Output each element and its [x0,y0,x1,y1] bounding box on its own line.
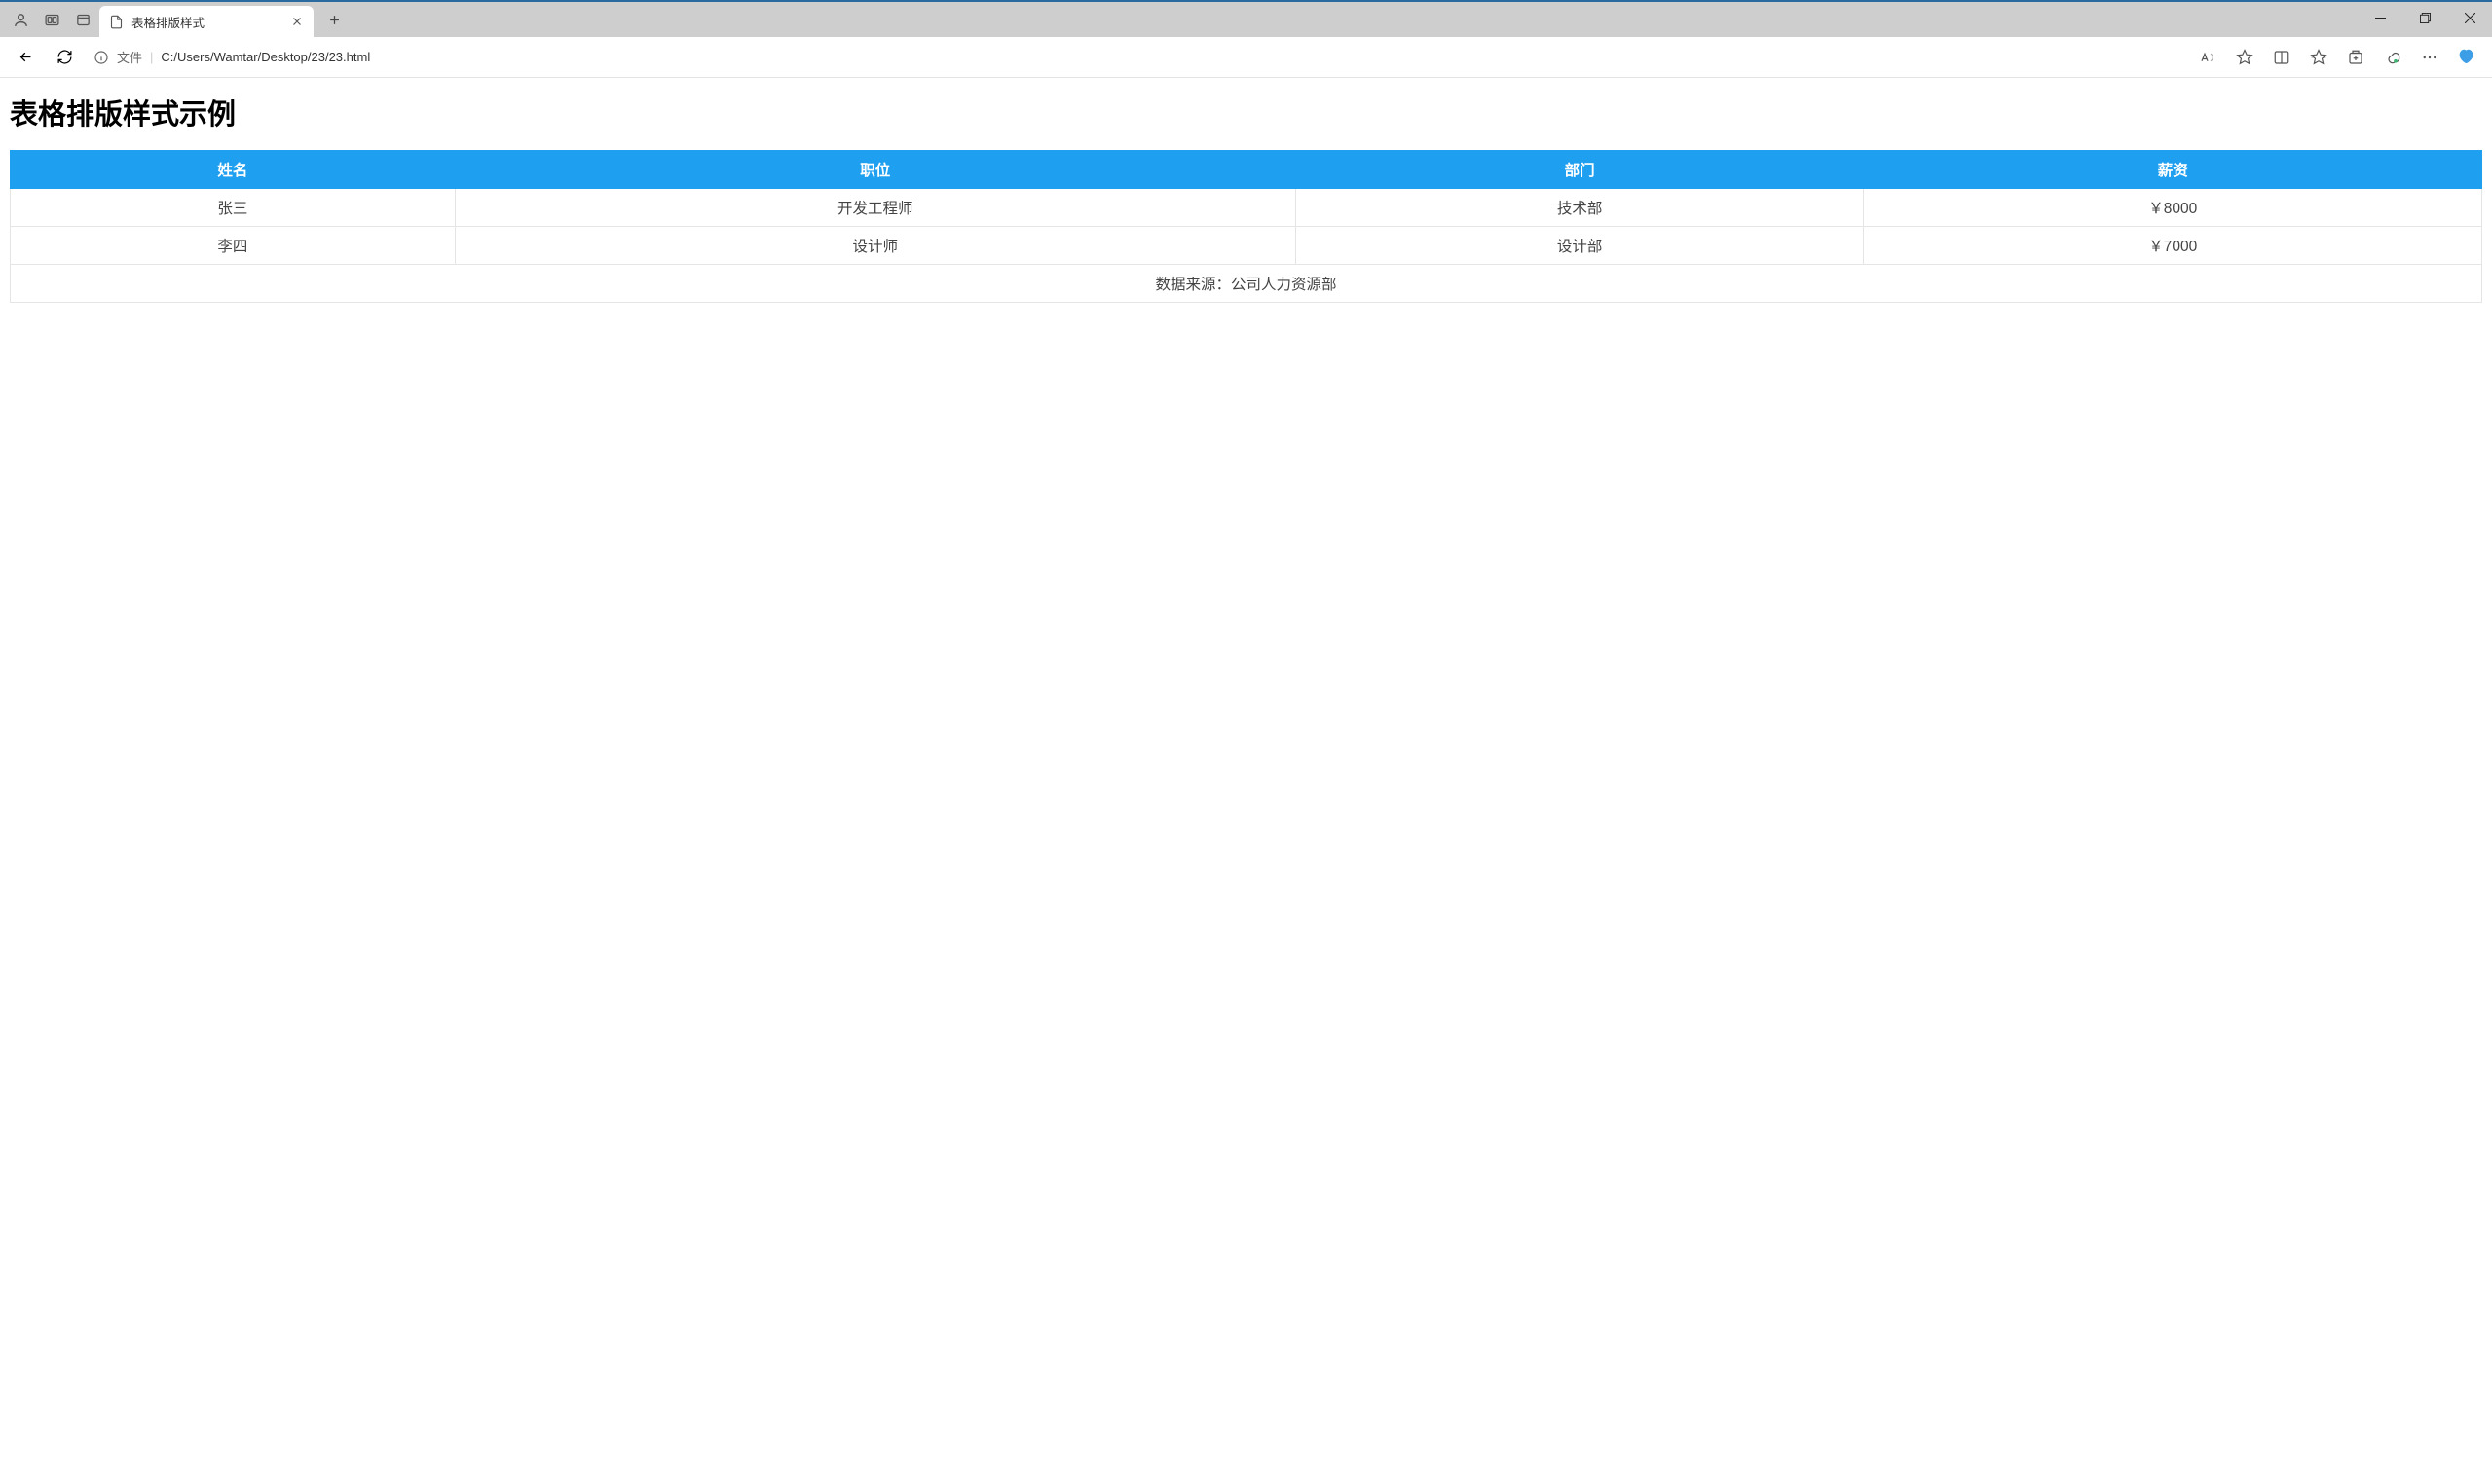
col-header-salary: 薪资 [1864,151,2482,189]
tab-strip: 表格排版样式 [0,2,2492,37]
table-footer-text: 数据来源：公司人力资源部 [11,265,2482,303]
window-controls [2358,2,2492,37]
favorites-button[interactable] [2301,42,2336,73]
table-footer-row: 数据来源：公司人力资源部 [11,265,2482,303]
document-icon [109,15,124,29]
cell-name: 李四 [11,227,456,265]
col-header-name: 姓名 [11,151,456,189]
cell-position: 设计师 [455,227,1295,265]
minimize-button[interactable] [2358,2,2402,33]
maximize-button[interactable] [2402,2,2447,33]
cell-salary: ￥7000 [1864,227,2482,265]
site-info-icon[interactable] [93,50,109,65]
page-heading: 表格排版样式示例 [10,92,2482,132]
cell-department: 技术部 [1295,189,1864,227]
tab-actions-button[interactable] [68,5,97,34]
address-separator: | [150,50,153,64]
refresh-button[interactable] [47,42,82,73]
favorite-star-button[interactable] [2227,42,2262,73]
back-button[interactable] [8,42,43,73]
address-path: C:/Users/Wamtar/Desktop/23/23.html [161,50,370,64]
close-window-button[interactable] [2447,2,2492,33]
cell-name: 张三 [11,189,456,227]
close-tab-icon[interactable] [290,15,304,28]
col-header-position: 职位 [455,151,1295,189]
cell-position: 开发工程师 [455,189,1295,227]
toolbar-right [2190,42,2484,73]
page-content: 表格排版样式示例 姓名 职位 部门 薪资 张三 开发工程师 技术部 ￥8000 … [0,78,2492,316]
more-button[interactable] [2412,42,2447,73]
table-row: 张三 开发工程师 技术部 ￥8000 [11,189,2482,227]
data-table: 姓名 职位 部门 薪资 张三 开发工程师 技术部 ￥8000 李四 设计师 设计… [10,150,2482,303]
extensions-button[interactable] [2375,42,2410,73]
collections-button[interactable] [2338,42,2373,73]
cell-salary: ￥8000 [1864,189,2482,227]
browser-chrome: 表格排版样式 文件 | [0,0,2492,78]
copilot-button[interactable] [2449,42,2484,73]
col-header-department: 部门 [1295,151,1864,189]
split-screen-button[interactable] [2264,42,2299,73]
workspaces-button[interactable] [37,5,66,34]
read-aloud-button[interactable] [2190,42,2225,73]
cell-department: 设计部 [1295,227,1864,265]
browser-tab-active[interactable]: 表格排版样式 [99,6,314,37]
browser-toolbar: 文件 | C:/Users/Wamtar/Desktop/23/23.html [0,37,2492,78]
address-type-label: 文件 [117,48,142,66]
table-row: 李四 设计师 设计部 ￥7000 [11,227,2482,265]
table-header-row: 姓名 职位 部门 薪资 [11,151,2482,189]
tab-title: 表格排版样式 [131,13,282,31]
address-bar[interactable]: 文件 | C:/Users/Wamtar/Desktop/23/23.html [86,42,2186,73]
new-tab-button[interactable] [319,5,349,34]
profile-button[interactable] [6,5,35,34]
